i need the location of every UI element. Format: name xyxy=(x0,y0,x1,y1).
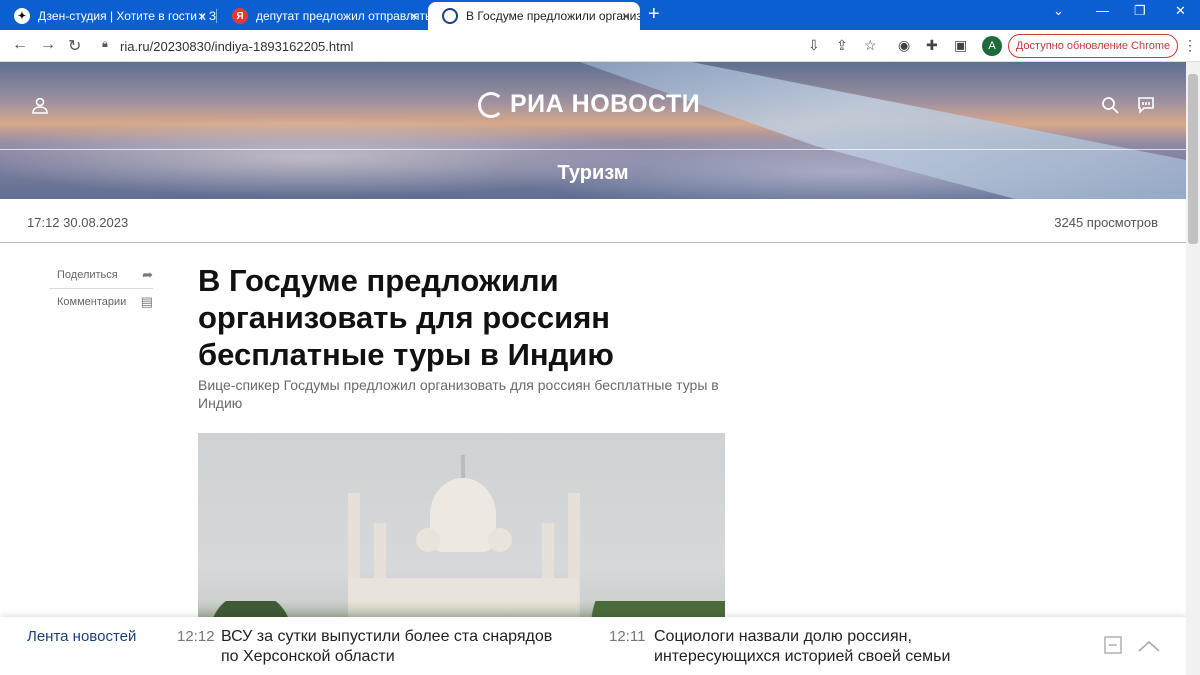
new-tab-button[interactable]: + xyxy=(648,4,660,24)
article-date: 17:12 30.08.2023 xyxy=(27,215,129,230)
article-headline: В Госдуме предложили организовать для ро… xyxy=(198,263,614,372)
user-icon[interactable] xyxy=(31,96,49,119)
page-scrollbar[interactable] xyxy=(1186,62,1200,675)
share-icon[interactable]: ⇪ xyxy=(836,37,848,54)
news-time: 12:11 xyxy=(609,628,646,645)
tab-yandex[interactable]: Я депутат предложил отправлять × xyxy=(218,2,428,30)
ria-icon xyxy=(442,8,458,24)
reload-icon[interactable]: ↻ xyxy=(68,36,81,56)
news-feed-bar: Лента новостей 12:12 ВСУ за сутки выпуст… xyxy=(0,617,1186,675)
menu-icon[interactable]: ⋮ xyxy=(1183,37,1197,54)
page-viewport: РИА НОВОСТИ Туризм 17:12 30.08.2023 3245… xyxy=(0,62,1186,675)
close-window-icon[interactable]: ✕ xyxy=(1175,3,1186,19)
share-button[interactable]: Поделиться ➦ xyxy=(49,262,153,288)
tab-title: депутат предложил отправлять xyxy=(256,9,428,23)
url-text: ria.ru/20230830/indiya-1893162205.html xyxy=(120,38,354,54)
news-time: 12:12 xyxy=(177,628,215,645)
section-title[interactable]: Туризм xyxy=(0,162,1186,185)
article-actions: Поделиться ➦ Комментарии ▤ xyxy=(49,262,153,314)
tab-dzen-studio[interactable]: ✦ Дзен-студия | Хотите в гости к З × xyxy=(0,2,216,30)
extension-icon[interactable]: ◉ xyxy=(898,37,910,54)
header-divider xyxy=(0,149,1186,150)
logo-text: РИА НОВОСТИ xyxy=(510,90,701,118)
browser-tab-bar: ✦ Дзен-студия | Хотите в гости к З × Я д… xyxy=(0,0,1200,30)
tab-title: В Госдуме предложили организ xyxy=(466,9,640,23)
bookmark-star-icon[interactable]: ☆ xyxy=(864,37,877,54)
maximize-icon[interactable]: ❐ xyxy=(1134,3,1146,19)
news-item-link[interactable]: Социологи назвали долю россиян, интересу… xyxy=(654,627,1004,667)
puzzle-icon[interactable]: ✚ xyxy=(926,37,938,54)
browser-toolbar: ← → ↻ 🔒︎ ria.ru/20230830/indiya-18931622… xyxy=(0,30,1200,62)
close-tab-icon[interactable]: × xyxy=(622,8,630,24)
chat-icon[interactable] xyxy=(1137,96,1155,119)
photo-small-dome xyxy=(488,528,512,552)
profile-avatar[interactable]: A xyxy=(982,36,1002,56)
back-icon[interactable]: ← xyxy=(12,36,28,54)
news-feed-label[interactable]: Лента новостей xyxy=(27,628,136,645)
close-tab-icon[interactable]: × xyxy=(410,8,418,24)
article-lead: Вице-спикер Госдумы предложил организова… xyxy=(198,377,719,411)
install-app-icon[interactable]: ⇩ xyxy=(808,37,820,54)
lock-icon: 🔒︎ xyxy=(102,38,108,50)
minimize-icon[interactable]: — xyxy=(1096,3,1109,18)
collapse-icon[interactable] xyxy=(1104,636,1122,659)
news-item-link[interactable]: ВСУ за сутки выпустили более ста снарядо… xyxy=(221,627,571,667)
article-views: 3245 просмотров xyxy=(1054,215,1158,230)
photo-small-dome xyxy=(416,528,440,552)
tab-ria-active[interactable]: В Госдуме предложили организ × xyxy=(428,2,640,30)
comments-button[interactable]: Комментарии ▤ xyxy=(49,288,153,314)
comment-icon: ▤ xyxy=(140,293,153,309)
zen-icon: ✦ xyxy=(14,8,30,24)
close-tab-icon[interactable]: × xyxy=(198,8,206,24)
site-header: РИА НОВОСТИ Туризм xyxy=(0,62,1186,199)
ria-logo[interactable]: РИА НОВОСТИ xyxy=(478,90,700,119)
tab-separator xyxy=(216,9,217,23)
article-meta: 17:12 30.08.2023 3245 просмотров xyxy=(0,199,1186,243)
share-label: Поделиться xyxy=(57,269,118,281)
scrollbar-thumb[interactable] xyxy=(1188,74,1198,244)
ria-logo-icon xyxy=(478,91,504,118)
comments-label: Комментарии xyxy=(57,295,127,308)
tab-search-icon[interactable]: ⌄ xyxy=(1053,3,1064,19)
side-panel-icon[interactable]: ▣ xyxy=(954,37,967,54)
tab-title: Дзен-студия | Хотите в гости к З xyxy=(38,9,216,23)
share-arrow-icon: ➦ xyxy=(142,267,153,282)
yandex-icon: Я xyxy=(232,8,248,24)
search-icon[interactable] xyxy=(1101,96,1119,119)
address-bar[interactable]: 🔒︎ ria.ru/20230830/indiya-1893162205.htm… xyxy=(96,33,796,59)
forward-icon[interactable]: → xyxy=(40,36,56,54)
chevron-up-icon[interactable] xyxy=(1138,636,1160,657)
chrome-update-button[interactable]: Доступно обновление Chrome xyxy=(1008,34,1178,58)
